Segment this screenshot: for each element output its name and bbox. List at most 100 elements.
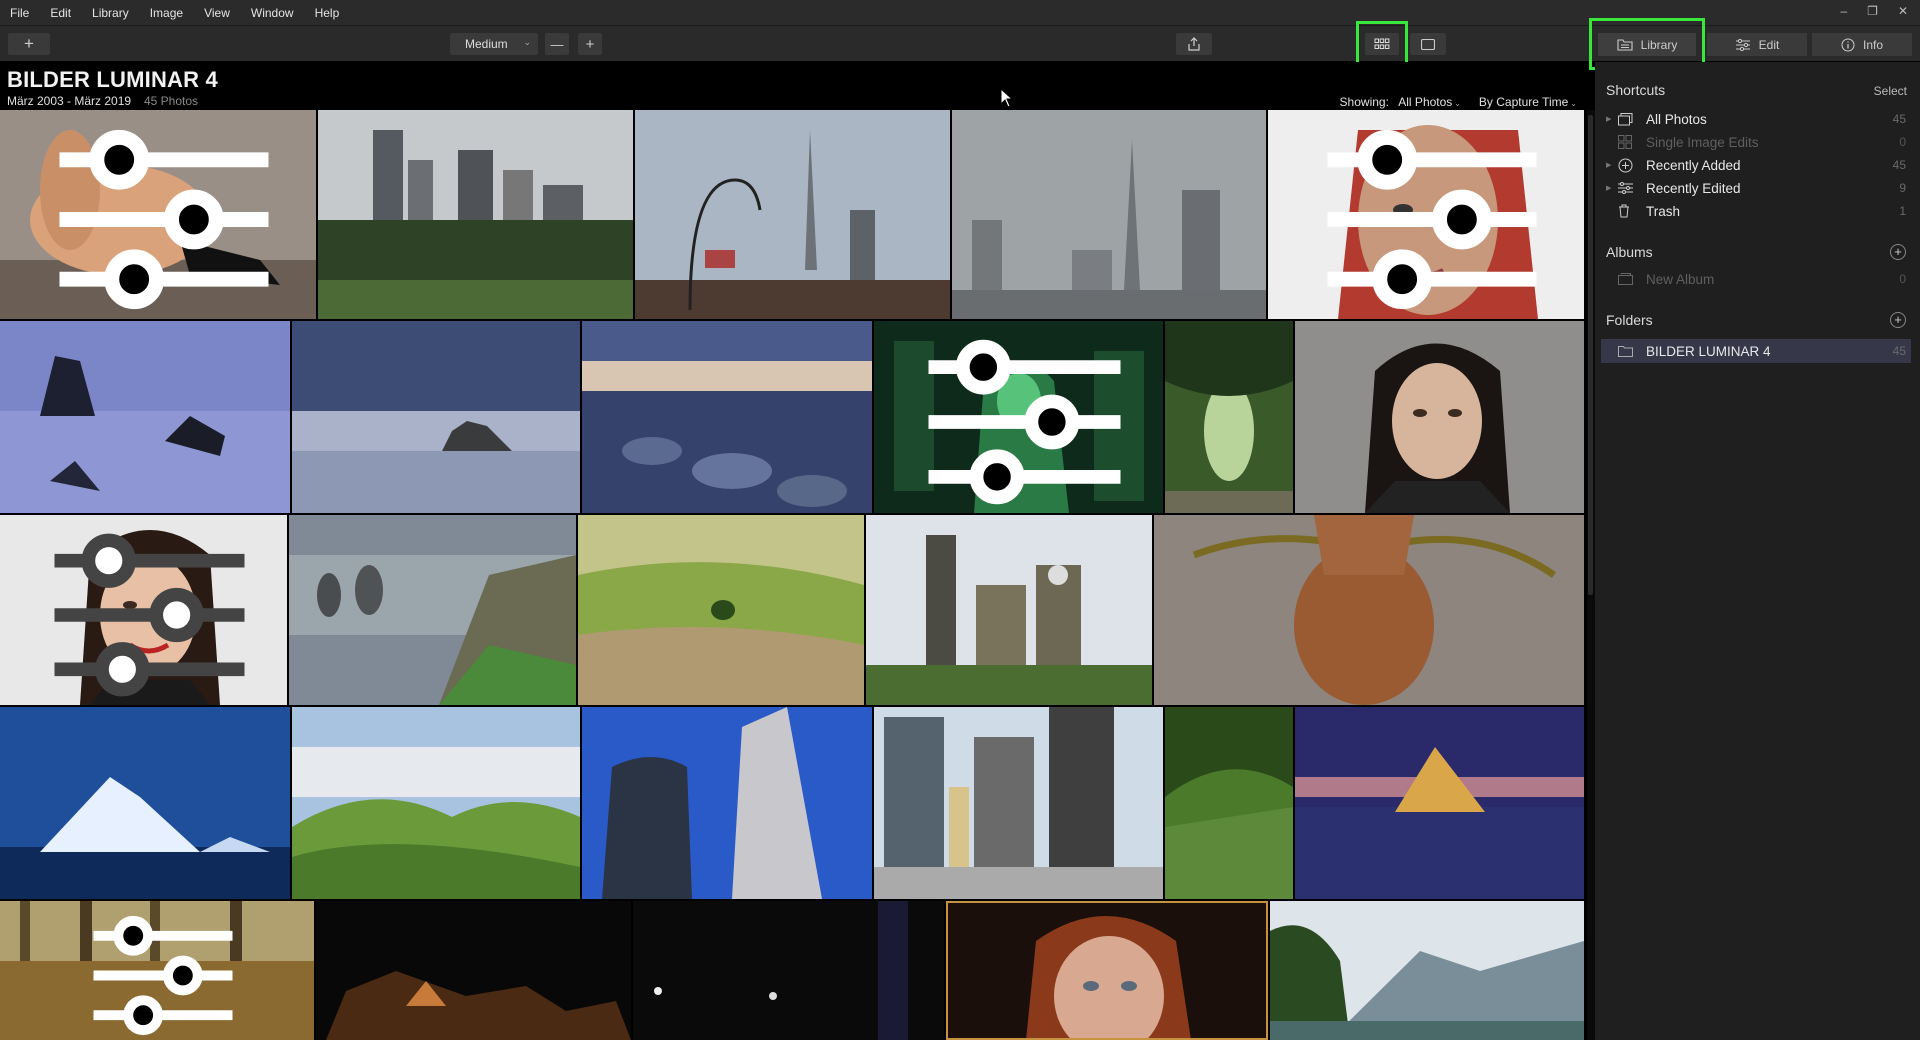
- photo-thumbnail[interactable]: [866, 515, 1152, 705]
- item-count: 45: [1892, 158, 1906, 172]
- photo-grid: [0, 110, 1587, 1040]
- photo-thumbnail[interactable]: [292, 321, 580, 513]
- menu-view[interactable]: View: [204, 6, 230, 20]
- trash-icon: [1618, 204, 1640, 218]
- photo-thumbnail[interactable]: [633, 901, 944, 1040]
- photo-thumbnail[interactable]: [289, 515, 576, 705]
- photo-thumbnail[interactable]: [318, 110, 633, 319]
- sidebar-item-label: Recently Edited: [1646, 180, 1741, 196]
- item-count: 45: [1892, 344, 1906, 358]
- sidebar-item-new-album[interactable]: New Album 0: [1606, 268, 1906, 290]
- folders-heading: Folders: [1606, 312, 1653, 328]
- share-button[interactable]: [1176, 33, 1212, 55]
- expand-arrow-icon[interactable]: ▶: [1606, 115, 1618, 123]
- expand-arrow-icon[interactable]: ▶: [1606, 184, 1618, 192]
- photo-thumbnail[interactable]: [582, 321, 872, 513]
- add-photos-button[interactable]: +: [8, 33, 50, 55]
- sidebar-item-label: Recently Added: [1646, 157, 1741, 173]
- sidebar-item-label: New Album: [1646, 271, 1715, 287]
- window-controls: – ❐ ✕: [1840, 4, 1908, 18]
- select-button[interactable]: Select: [1874, 84, 1907, 98]
- restore-button[interactable]: ❐: [1867, 4, 1878, 18]
- item-count: 45: [1892, 112, 1906, 126]
- photo-thumbnail[interactable]: [0, 515, 287, 705]
- menu-file[interactable]: File: [10, 6, 29, 20]
- photos-icon: [1618, 112, 1640, 126]
- sort-dropdown[interactable]: By Capture Time ⌄: [1479, 95, 1577, 109]
- item-count: 0: [1899, 272, 1906, 286]
- sliders-icon: [1618, 182, 1640, 194]
- photo-thumbnail[interactable]: [0, 321, 290, 513]
- photo-thumbnail[interactable]: [292, 707, 580, 899]
- photo-thumbnail[interactable]: [635, 110, 950, 319]
- tab-info[interactable]: Info: [1812, 33, 1912, 56]
- menu-window[interactable]: Window: [251, 6, 294, 20]
- photo-thumbnail[interactable]: [582, 707, 872, 899]
- grid-header: BILDER LUMINAR 4 März 2003 - März 2019 4…: [0, 62, 1587, 110]
- add-album-button[interactable]: +: [1890, 244, 1906, 260]
- sidebar-item-recently-added[interactable]: ▶ Recently Added 45: [1606, 154, 1906, 176]
- sidebar-item-label: All Photos: [1646, 111, 1707, 127]
- photo-thumbnail[interactable]: [316, 901, 631, 1040]
- edited-badge-icon: [59, 129, 269, 310]
- mouse-cursor-icon: [1000, 88, 1014, 108]
- grid-scrollbar-thumb[interactable]: [1588, 115, 1593, 595]
- folder-icon: [1618, 345, 1640, 357]
- tab-edit[interactable]: Edit: [1707, 33, 1807, 56]
- plus-circle-icon: [1618, 158, 1640, 173]
- photo-thumbnail[interactable]: [1270, 901, 1584, 1040]
- thumbnail-size-value: Medium: [465, 37, 508, 51]
- photo-thumbnail[interactable]: [1268, 110, 1584, 319]
- date-range: März 2003 - März 2019: [7, 94, 132, 108]
- item-count: 0: [1899, 135, 1906, 149]
- photo-thumbnail[interactable]: [952, 110, 1266, 319]
- albums-heading: Albums: [1606, 244, 1653, 260]
- photo-thumbnail[interactable]: [0, 901, 314, 1040]
- menu-image[interactable]: Image: [150, 6, 183, 20]
- thumbnail-size-select[interactable]: Medium ⌄: [450, 33, 538, 55]
- edited-badge-icon: [1327, 129, 1537, 310]
- photo-thumbnail[interactable]: [1165, 707, 1293, 899]
- single-view-button[interactable]: [1410, 33, 1446, 55]
- menu-library[interactable]: Library: [92, 6, 129, 20]
- tab-info-label: Info: [1862, 37, 1883, 52]
- photo-thumbnail[interactable]: [874, 707, 1163, 899]
- photo-thumbnail[interactable]: [874, 321, 1163, 513]
- minimize-button[interactable]: –: [1840, 4, 1847, 18]
- chevron-down-icon: ⌄: [1570, 99, 1577, 108]
- single-view-icon: [1421, 38, 1435, 50]
- shortcuts-heading: Shortcuts: [1606, 82, 1666, 98]
- sidebar-item-recently-edited[interactable]: ▶ Recently Edited 9: [1606, 177, 1906, 199]
- add-folder-button[interactable]: +: [1890, 312, 1906, 328]
- tab-edit-label: Edit: [1758, 37, 1780, 52]
- close-button[interactable]: ✕: [1898, 4, 1908, 18]
- sidebar-item-label: Trash: [1646, 203, 1681, 219]
- library-sidebar: Shortcuts Select ▶ All Photos 45 Single …: [1595, 62, 1920, 1040]
- zoom-in-button[interactable]: +: [578, 33, 602, 55]
- photo-thumbnail[interactable]: [1295, 707, 1584, 899]
- page-title: BILDER LUMINAR 4: [7, 67, 218, 92]
- photo-count: 45 Photos: [144, 94, 199, 108]
- zoom-out-button[interactable]: —: [545, 33, 569, 55]
- expand-arrow-icon[interactable]: ▶: [1606, 161, 1618, 169]
- photo-thumbnail[interactable]: [1165, 321, 1293, 513]
- chevron-down-icon: ⌄: [523, 37, 531, 47]
- sliders-icon: [1735, 38, 1750, 51]
- item-count: 1: [1899, 204, 1906, 218]
- edited-badge-icon: [93, 915, 233, 1036]
- showing-filter[interactable]: Showing: All Photos ⌄: [1340, 95, 1461, 109]
- photo-thumbnail[interactable]: [0, 110, 316, 319]
- item-count: 9: [1899, 181, 1906, 195]
- photo-thumbnail[interactable]: [0, 707, 290, 899]
- photo-thumbnail[interactable]: [1295, 321, 1584, 513]
- sidebar-item-all-photos[interactable]: ▶ All Photos 45: [1606, 108, 1906, 130]
- menu-help[interactable]: Help: [315, 6, 340, 20]
- sidebar-item-folder[interactable]: BILDER LUMINAR 4 45: [1606, 340, 1906, 362]
- sidebar-item-single-image-edits[interactable]: Single Image Edits 0: [1606, 131, 1906, 153]
- photo-thumbnail-selected[interactable]: [946, 901, 1268, 1040]
- menu-edit[interactable]: Edit: [50, 6, 71, 20]
- share-icon: [1188, 37, 1200, 51]
- photo-thumbnail[interactable]: [578, 515, 864, 705]
- photo-thumbnail[interactable]: [1154, 515, 1584, 705]
- sidebar-item-trash[interactable]: Trash 1: [1606, 200, 1906, 222]
